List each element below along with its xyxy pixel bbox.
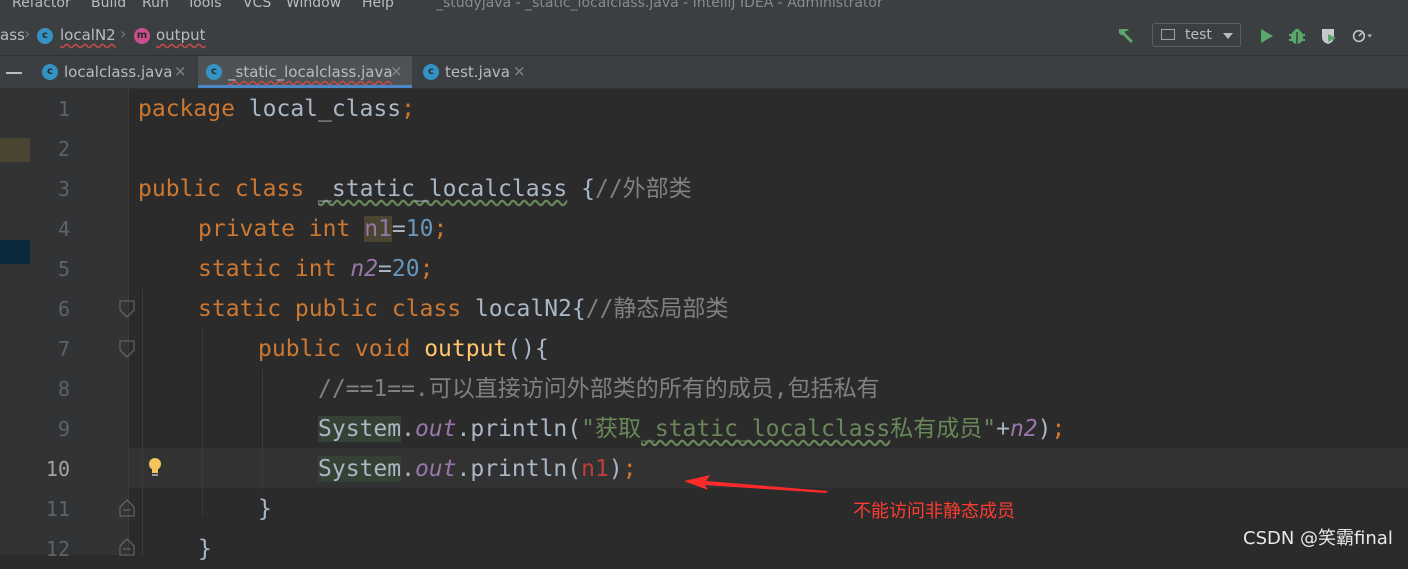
line-number: 11 [45,497,70,521]
code-line: System.out.println("获取_static_localclass… [318,416,1066,442]
line-number: 12 [45,537,70,561]
menu-bar: Refactor Build Run Tools VCS Window Help… [0,0,1408,17]
breadcrumb-item-localN2[interactable]: localN2 [60,26,116,44]
class-icon: c [37,28,53,44]
menu-window[interactable]: Window [286,0,341,11]
code-line: package local_class; [138,96,415,122]
line-number: 8 [57,377,70,401]
project-panel-strip [0,89,30,555]
line-number: 2 [57,137,70,161]
indent-guide [142,289,143,555]
collapse-panel-icon[interactable] [6,72,22,74]
menu-build[interactable]: Build [91,0,126,11]
line-number: 7 [57,337,70,361]
indent-guide [262,369,263,489]
line-number-current: 10 [45,457,70,481]
tab-label: _static_localclass.java [228,63,393,81]
line-number: 3 [57,177,70,201]
fold-collapse-icon[interactable] [119,300,135,318]
line-number: 1 [57,97,70,121]
run-configuration-selector[interactable]: test [1152,23,1241,47]
tab-label: localclass.java [64,63,173,81]
runnable-class-icon: c [423,64,439,80]
class-icon: c [206,64,222,80]
line-number: 4 [57,217,70,241]
strip-selection [0,240,30,264]
close-icon[interactable]: × [513,62,526,80]
tab-localclass[interactable]: c localclass.java × [34,56,194,88]
tab-label: test.java [445,63,511,81]
navigation-bar: ass › c localN2 › m output test [0,17,1408,56]
code-line: static int n2=20; [198,256,434,282]
fold-end-icon[interactable] [119,538,135,556]
breadcrumb-item-output[interactable]: output [156,26,205,44]
code-line: } [198,536,212,562]
editor-tab-bar: c localclass.java × c _static_localclass… [0,56,1408,89]
close-icon[interactable]: × [390,62,403,80]
gutter-separator [128,89,129,555]
tab-test[interactable]: c test.java × [415,56,535,88]
watermark: CSDN @笑霸final [1243,528,1393,549]
method-icon: m [134,28,150,44]
breadcrumb-item-class[interactable]: ass [0,26,25,44]
line-number: 9 [57,417,70,441]
menu-help[interactable]: Help [362,0,394,11]
close-icon[interactable]: × [174,62,187,80]
fold-end-icon[interactable] [119,499,135,517]
window-title: _studyjava - _static_localclass.java - I… [436,0,883,11]
error-reference: n1 [581,456,609,482]
debug-icon[interactable] [1287,26,1307,46]
code-line: public void output(){ [258,336,549,362]
menu-run[interactable]: Run [142,0,169,11]
annotation-text: 不能访问非静态成员 [853,501,1015,522]
menu-tools[interactable]: Tools [187,0,222,11]
code-line: //==1==.可以直接访问外部类的所有的成员,包括私有 [318,376,880,402]
indent-guide [202,329,203,515]
profile-icon[interactable] [1352,26,1372,46]
line-number: 6 [57,297,70,321]
breadcrumb-separator-icon: › [120,24,127,43]
strip-marker [0,138,30,162]
build-hammer-icon[interactable] [1116,25,1136,45]
tab-static-localclass[interactable]: c _static_localclass.java × [198,56,412,88]
code-line: public class _static_localclass {//外部类 [138,176,692,202]
coverage-icon[interactable] [1319,26,1339,46]
breadcrumb-separator-icon: › [24,24,31,43]
code-line: static public class localN2{//静态局部类 [198,296,729,322]
menu-vcs[interactable]: VCS [243,0,271,11]
fold-collapse-icon[interactable] [119,340,135,358]
run-config-icon [1161,29,1175,40]
code-line-current: System.out.println(n1); [318,456,637,482]
code-line: private int n1=10; [198,216,448,242]
chevron-down-icon [1223,33,1233,39]
lightbulb-icon[interactable] [147,456,163,480]
menu-refactor[interactable]: Refactor [12,0,71,11]
class-icon: c [42,64,58,80]
code-line: } [258,496,272,522]
line-number: 5 [57,257,70,281]
run-icon[interactable] [1256,26,1276,46]
annotation-arrow-icon [684,475,828,493]
run-config-label: test [1185,27,1212,43]
